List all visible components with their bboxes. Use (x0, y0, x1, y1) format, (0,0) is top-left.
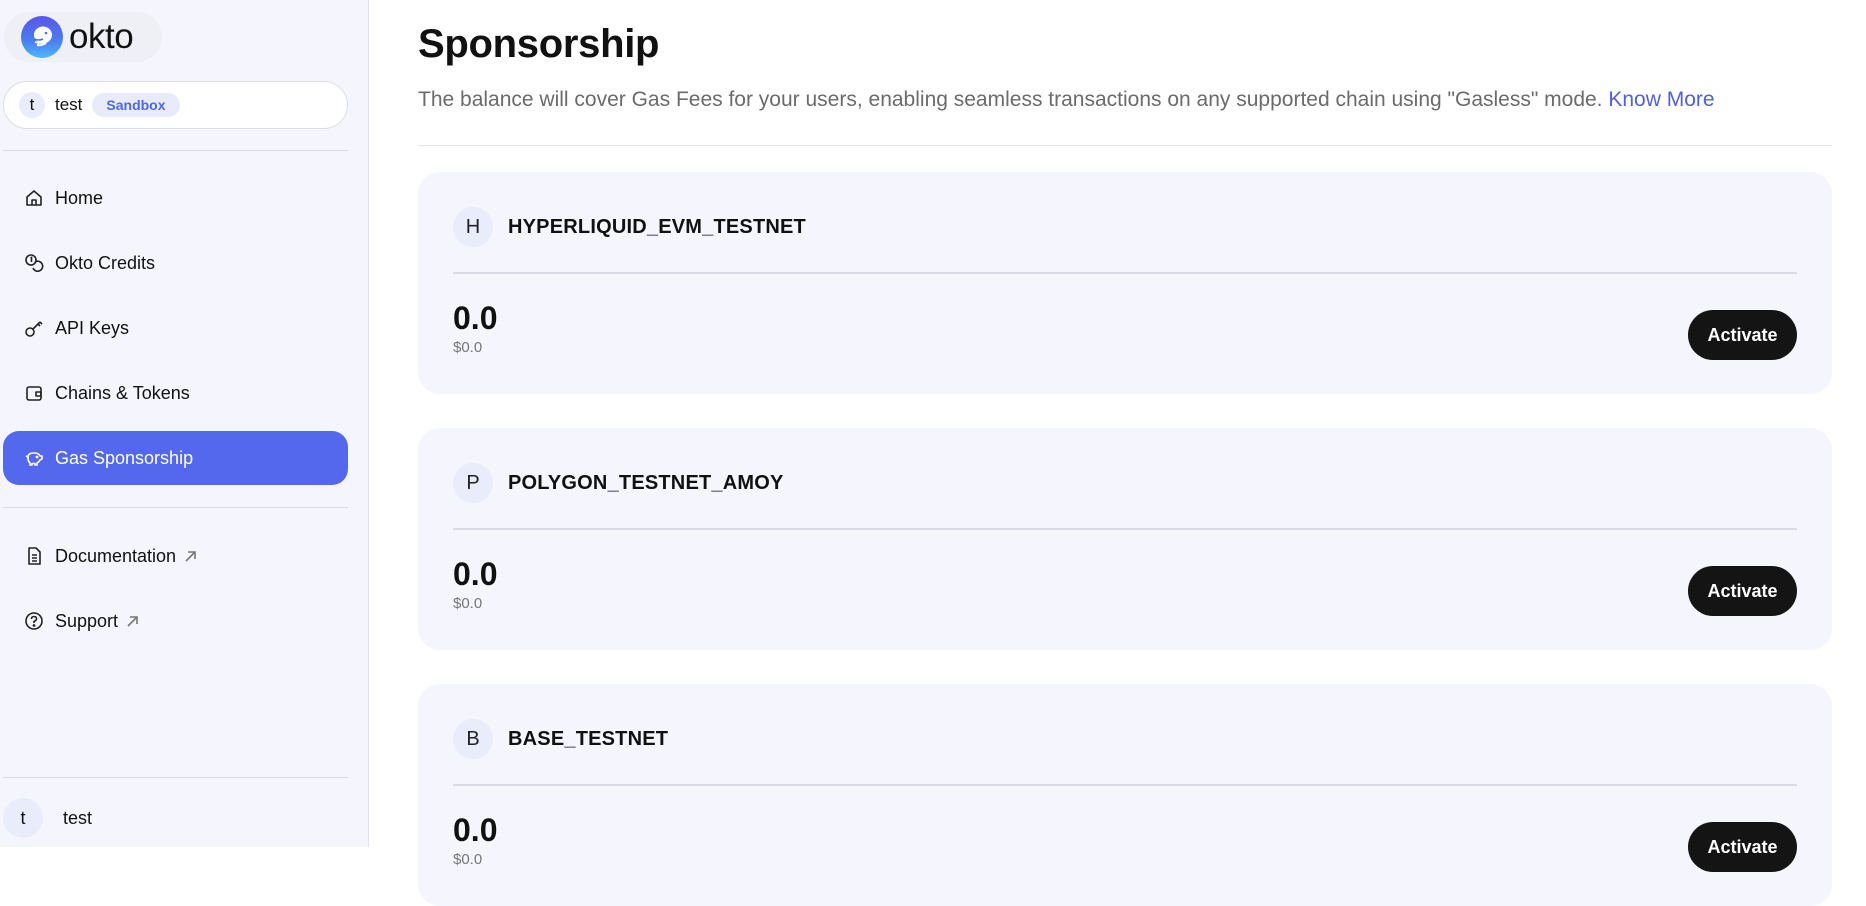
page-description: The balance will cover Gas Fees for your… (418, 88, 1715, 112)
chain-balance-usd: $0.0 (453, 339, 483, 356)
sidebar-divider (3, 507, 348, 508)
home-icon (23, 187, 45, 209)
activate-button[interactable]: Activate (1688, 566, 1797, 616)
user-avatar: t (3, 798, 43, 838)
know-more-link[interactable]: Know More (1608, 88, 1714, 111)
workspace-name: test (55, 95, 83, 114)
sidebar-item-api-keys[interactable]: API Keys (3, 301, 348, 355)
user-name: test (63, 807, 93, 828)
chain-card: H HYPERLIQUID_EVM_TESTNET 0.0 $0.0 Activ… (418, 172, 1832, 394)
chain-avatar: B (453, 719, 493, 759)
chain-balance: 0.0 (453, 812, 498, 848)
external-link-icon (184, 549, 198, 563)
workspace-selector[interactable]: t test Sandbox (3, 81, 348, 129)
piggy-bank-icon (23, 447, 45, 469)
chain-card-header: B BASE_TESTNET (453, 719, 668, 759)
sidebar-item-chains-tokens[interactable]: Chains & Tokens (3, 366, 348, 420)
brand-name: okto (69, 17, 134, 56)
sidebar-item-label: Home (55, 187, 104, 208)
sidebar-item-label: API Keys (55, 317, 130, 338)
sidebar-item-label: Support (55, 610, 119, 631)
card-divider (453, 784, 1797, 786)
card-divider (453, 272, 1797, 274)
page-title: Sponsorship (418, 22, 660, 66)
brand-logo[interactable]: okto (4, 12, 162, 62)
environment-badge: Sandbox (92, 93, 180, 117)
chain-balance-usd: $0.0 (453, 851, 483, 868)
chain-name: POLYGON_TESTNET_AMOY (508, 471, 784, 494)
document-icon (23, 545, 45, 567)
sidebar-item-label: Gas Sponsorship (55, 447, 194, 468)
sidebar-item-label: Documentation (55, 545, 177, 566)
chain-balance: 0.0 (453, 300, 498, 336)
chain-card: B BASE_TESTNET 0.0 $0.0 Activate (418, 684, 1832, 906)
help-circle-icon (23, 610, 45, 632)
chain-name: BASE_TESTNET (508, 727, 669, 750)
app: okto t test Sandbox Home Okto Credits AP… (0, 0, 1866, 906)
sidebar-divider (3, 777, 348, 778)
coins-icon (23, 252, 45, 274)
sidebar-item-home[interactable]: Home (3, 171, 348, 225)
chain-balance-usd: $0.0 (453, 595, 483, 612)
sidebar-item-okto-credits[interactable]: Okto Credits (3, 236, 348, 290)
chain-card: P POLYGON_TESTNET_AMOY 0.0 $0.0 Activate (418, 428, 1832, 650)
user-profile[interactable]: t test (3, 798, 92, 838)
chain-card-header: P POLYGON_TESTNET_AMOY (453, 463, 784, 503)
activate-button[interactable]: Activate (1688, 310, 1797, 360)
activate-button[interactable]: Activate (1688, 822, 1797, 872)
sidebar-divider (3, 150, 348, 151)
okto-octopus-logo-icon (21, 16, 63, 58)
chain-avatar: H (453, 207, 493, 247)
external-link-icon (126, 614, 140, 628)
sidebar: okto t test Sandbox Home Okto Credits AP… (0, 0, 369, 847)
card-divider (453, 528, 1797, 530)
chain-name: HYPERLIQUID_EVM_TESTNET (508, 215, 806, 238)
sidebar-item-label: Okto Credits (55, 252, 156, 273)
chain-card-header: H HYPERLIQUID_EVM_TESTNET (453, 207, 806, 247)
sidebar-item-label: Chains & Tokens (55, 382, 190, 403)
sidebar-link-documentation[interactable]: Documentation (3, 529, 348, 583)
header-divider (418, 145, 1832, 146)
sidebar-item-gas-sponsorship[interactable]: Gas Sponsorship (3, 431, 348, 485)
chain-balance: 0.0 (453, 556, 498, 592)
chain-avatar: P (453, 463, 493, 503)
sidebar-link-support[interactable]: Support (3, 594, 348, 648)
wallet-icon (23, 382, 45, 404)
key-icon (23, 317, 45, 339)
workspace-avatar: t (19, 92, 45, 118)
page-description-text: The balance will cover Gas Fees for your… (418, 88, 1603, 111)
